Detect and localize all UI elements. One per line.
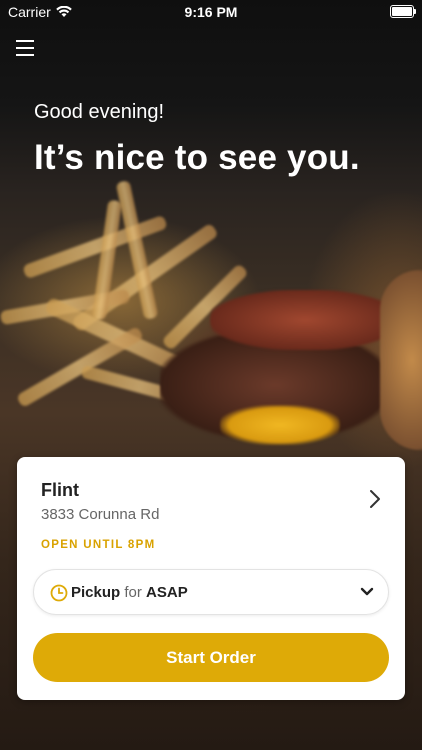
order-connector: for: [124, 584, 142, 601]
order-type-text: Pickup for ASAP: [71, 584, 188, 601]
hours-label: OPEN UNTIL 8PM: [41, 539, 156, 551]
order-time: ASAP: [146, 584, 188, 601]
start-order-button[interactable]: Start Order: [33, 633, 389, 682]
greeting-text: Good evening!: [34, 101, 165, 123]
order-mode: Pickup: [71, 584, 121, 601]
chevron-down-icon[interactable]: [360, 587, 374, 597]
store-name: Flint: [41, 480, 79, 500]
app-screen: Carrier 9:16 PM Good evening! It’s nice …: [0, 0, 422, 750]
location-card: Flint 3833 Corunna Rd OPEN UNTIL 8PM Pic…: [17, 457, 405, 700]
clock-icon: [50, 584, 68, 602]
order-type-selector[interactable]: Pickup for ASAP: [33, 569, 389, 615]
chevron-right-icon[interactable]: [369, 489, 381, 509]
menu-icon[interactable]: [16, 40, 34, 56]
battery-icon: [390, 5, 416, 18]
status-time: 9:16 PM: [184, 4, 238, 20]
headline-text: It’s nice to see you.: [34, 138, 360, 177]
status-bar: Carrier 9:16 PM: [0, 0, 422, 22]
store-address: 3833 Corunna Rd: [41, 506, 160, 523]
